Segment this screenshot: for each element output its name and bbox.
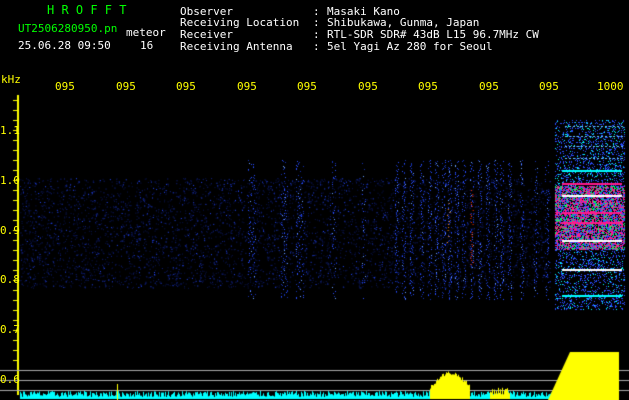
time-tick: 095 — [176, 80, 196, 93]
freq-tick: 1.1 — [0, 124, 20, 137]
time-tick: 095 — [297, 80, 317, 93]
freq-tick: 0.9 — [0, 224, 20, 237]
hrofft-window: H R O F F T UT2506280950.pn meteor 25.06… — [0, 0, 629, 400]
observation-datetime: 25.06.28 09:50 — [18, 39, 111, 52]
antenna-sep: : — [313, 40, 320, 53]
freq-tick: 0.7 — [0, 323, 20, 336]
freq-tick: 0.6 — [0, 373, 20, 386]
time-tick: 095 — [237, 80, 257, 93]
meteor-count: 16 — [140, 39, 154, 52]
unit-label: kHz — [1, 73, 21, 86]
freq-tick: 0.8 — [0, 273, 20, 286]
app-logo: H R O F F T — [47, 3, 127, 17]
file-name: UT2506280950.pn — [18, 22, 118, 35]
antenna-label: Receiving Antenna — [180, 40, 293, 53]
time-tick: 095 — [116, 80, 136, 93]
time-tick: 095 — [539, 80, 559, 93]
antenna-value: 5el Yagi Az 280 for Seoul — [327, 40, 493, 53]
time-tick: 095 — [55, 80, 75, 93]
freq-tick: 1.0 — [0, 174, 20, 187]
time-tick: 095 — [479, 80, 499, 93]
time-tick: 095 — [358, 80, 378, 93]
time-tick: 095 — [418, 80, 438, 93]
time-tick: 1000 — [597, 80, 624, 93]
spectrogram-canvas — [0, 0, 629, 400]
meteor-label: meteor — [126, 26, 166, 39]
